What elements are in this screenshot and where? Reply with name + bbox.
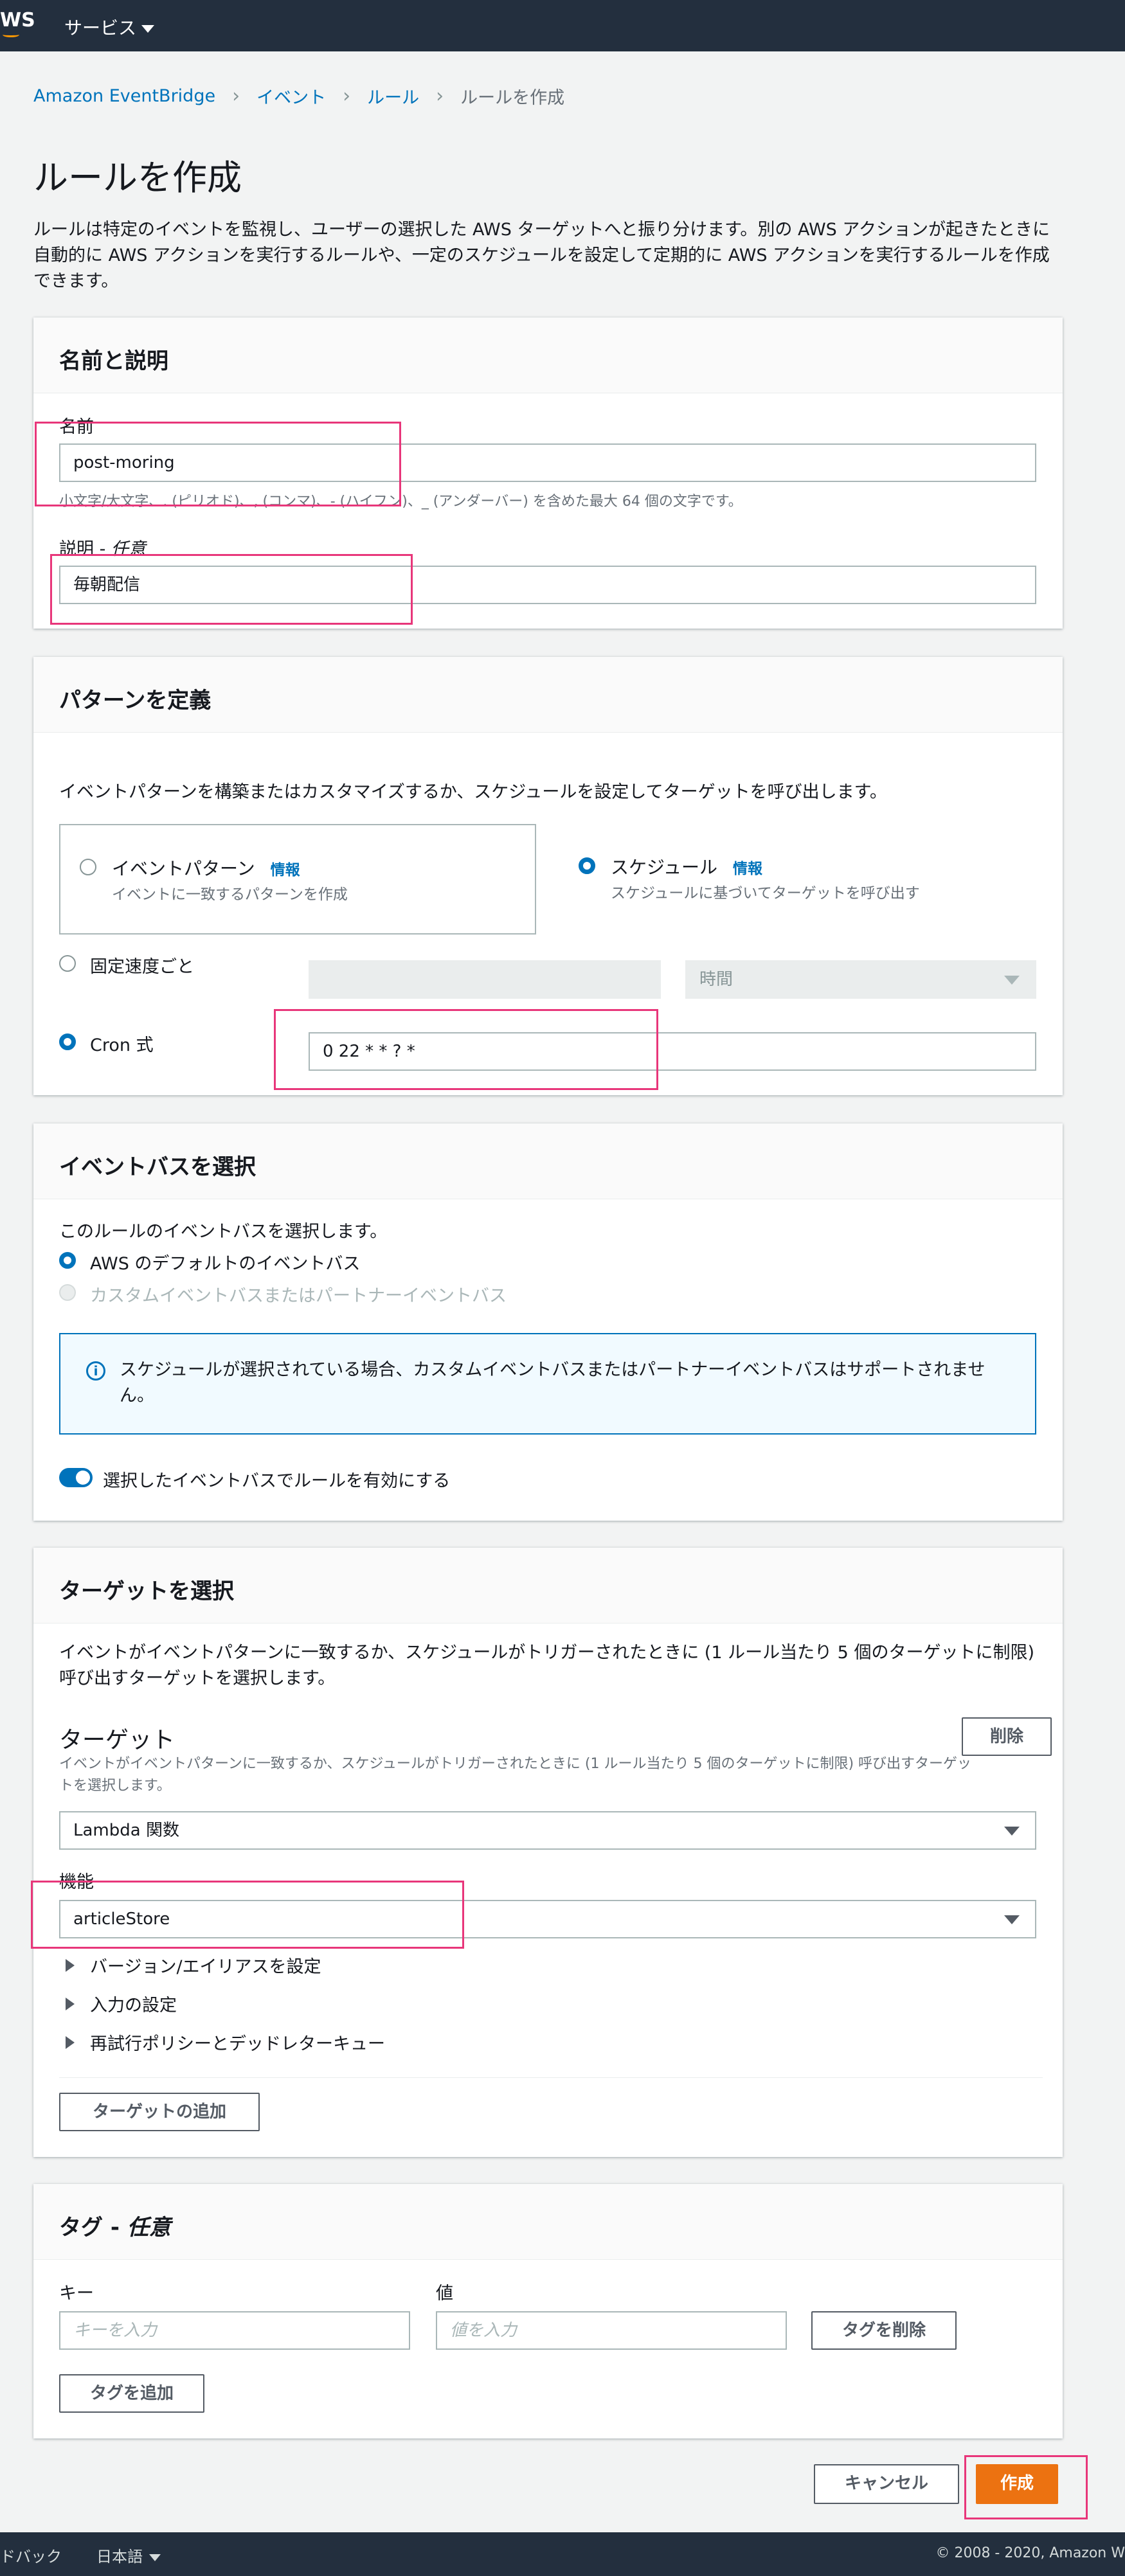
custom-bus-radio [59,1284,76,1301]
description-label: 説明 - 任意 [59,539,146,559]
target-subtitle: イベントがイベントパターンに一致するか、スケジュールがトリガーされたときに (1… [59,1756,972,1794]
caret-right-icon [66,1958,75,1972]
toggle-knob [76,1471,90,1485]
fixed-rate-radio[interactable] [59,955,76,972]
version-alias-expander[interactable]: バージョン/エイリアスを設定 [66,1953,321,1978]
add-tag-button[interactable]: タグを追加 [59,2374,204,2413]
cron-label: Cron 式 [90,1035,154,1055]
event-pattern-subtitle: イベントに一致するパターンを作成 [112,886,348,903]
time-unit-select: 時間 [685,960,1036,999]
services-menu[interactable]: サービス [64,14,155,40]
schedule-info-alert: i スケジュールが選択されている場合、カスタムイベントバスまたはパートナーイベン… [59,1333,1036,1435]
copyright: © 2008 - 2020, Amazon W [935,2545,1125,2561]
info-icon: i [86,1361,105,1381]
remove-target-button[interactable]: 削除 [962,1717,1052,1756]
info-alert-text: スケジュールが選択されている場合、カスタムイベントバスまたはパートナーイベントバ… [120,1360,986,1406]
tag-key-input[interactable]: キーを入力 [59,2311,410,2350]
event-bus-panel: イベントバスを選択 このルールのイベントバスを選択します。 AWS のデフォルト… [33,1123,1063,1521]
panel-header: ターゲットを選択 [33,1548,1063,1623]
breadcrumb: Amazon EventBridge › イベント › ルール › ルールを作成 [33,84,564,109]
event-pattern-title: イベントパターン 情報 [112,858,300,879]
schedule-title: スケジュール 情報 [611,857,763,878]
chevron-right-icon: › [343,85,351,107]
services-menu-label: サービス [64,17,137,39]
schedule-info-link[interactable]: 情報 [733,861,762,877]
panel-header: タグ - 任意 [33,2184,1063,2260]
retry-policy-expander[interactable]: 再試行ポリシーとデッドレターキュー [66,2030,385,2055]
caret-right-icon [66,1997,75,2010]
tags-panel: タグ - 任意 キー 値 キーを入力 値を入力 タグを削除 タグを追加 [33,2184,1063,2438]
panel-title: パターンを定義 [59,688,212,713]
name-input[interactable]: post-moring [59,443,1036,482]
feedback-link[interactable]: ドバック [0,2544,62,2566]
target-type-value: Lambda 関数 [73,1821,179,1840]
breadcrumb-events[interactable]: イベント [256,84,326,109]
enable-rule-toggle[interactable] [59,1468,93,1487]
aws-logo-smile-icon [3,32,19,37]
cron-radio[interactable] [59,1033,76,1050]
language-selector[interactable]: 日本語 [96,2544,161,2566]
custom-bus-label: カスタムイベントバスまたはパートナーイベントバス [90,1286,507,1306]
create-button[interactable]: 作成 [976,2464,1058,2504]
description-input[interactable]: 毎朝配信 [59,566,1036,604]
event-bus-description: このルールのイベントバスを選択します。 [59,1222,388,1242]
cron-expression-input[interactable]: 0 22 * * ? * [309,1032,1036,1071]
panel-title: タグ - 任意 [59,2215,171,2241]
caret-down-icon [1004,976,1020,985]
event-pattern-radio[interactable] [80,859,96,875]
event-pattern-tile[interactable]: イベントパターン 情報 イベントに一致するパターンを作成 [59,824,536,935]
fixed-rate-label: 固定速度ごと [90,957,194,977]
target-type-select[interactable]: Lambda 関数 [59,1811,1036,1850]
divider [59,2077,1043,2078]
time-unit-value: 時間 [699,970,734,989]
panel-title: イベントバスを選択 [59,1154,256,1180]
target-panel: ターゲットを選択 イベントがイベントパターンに一致するか、スケジュールがトリガー… [33,1548,1063,2157]
panel-header: パターンを定義 [33,657,1063,733]
target-heading: ターゲット [59,1727,176,1753]
panel-title: ターゲットを選択 [59,1579,234,1604]
tag-key-label: キー [59,2284,94,2303]
define-pattern-panel: パターンを定義 イベントパターンを構築またはカスタマイズするか、スケジュールを設… [33,657,1063,1095]
function-select[interactable]: articleStore [59,1900,1036,1938]
enable-rule-label: 選択したイベントバスでルールを有効にする [103,1471,451,1491]
add-target-button[interactable]: ターゲットの追加 [59,2093,260,2131]
caret-down-icon [149,2554,161,2561]
breadcrumb-eventbridge[interactable]: Amazon EventBridge [33,86,215,106]
breadcrumb-rules[interactable]: ルール [367,84,419,109]
caret-down-icon [141,25,155,33]
top-navigation-bar: WS サービス [0,0,1125,51]
panel-title: 名前と説明 [59,348,168,374]
aws-logo[interactable]: WS [0,9,35,31]
fixed-rate-value-input [309,960,661,999]
name-hint: 小文字/大文字、. (ピリオド)、, (コンマ)、- (ハイフン)、_ (アンダ… [59,494,742,510]
pattern-description: イベントパターンを構築またはカスタマイズするか、スケジュールを設定してターゲット… [59,782,887,802]
schedule-subtitle: スケジュールに基づいてターゲットを呼び出す [611,885,920,902]
default-bus-radio[interactable] [59,1252,76,1269]
chevron-right-icon: › [436,85,444,107]
cancel-button[interactable]: キャンセル [814,2464,959,2504]
caret-down-icon [1004,1827,1020,1836]
footer: ドバック 日本語 © 2008 - 2020, Amazon W [0,2532,1125,2576]
panel-header: 名前と説明 [33,318,1063,393]
event-pattern-info-link[interactable]: 情報 [271,862,300,879]
page-title: ルールを作成 [33,157,242,198]
function-label: 機能 [59,1872,94,1892]
function-value: articleStore [73,1910,170,1929]
schedule-radio[interactable] [579,857,595,874]
page-description: ルールは特定のイベントを監視し、ユーザーの選択した AWS ターゲットへと振り分… [33,220,1050,291]
tag-value-input[interactable]: 値を入力 [436,2311,787,2350]
caret-right-icon [66,2035,75,2049]
input-settings-expander[interactable]: 入力の設定 [66,1991,177,2016]
name-label: 名前 [59,417,94,437]
caret-down-icon [1004,1915,1020,1924]
default-bus-label: AWS のデフォルトのイベントバス [90,1254,361,1274]
name-description-panel: 名前と説明 名前 post-moring 小文字/大文字、. (ピリオド)、, … [33,318,1063,629]
remove-tag-button[interactable]: タグを削除 [811,2311,957,2350]
breadcrumb-current: ルールを作成 [460,88,565,108]
target-description: イベントがイベントパターンに一致するか、スケジュールがトリガーされたときに (1… [59,1643,1034,1688]
panel-header: イベントバスを選択 [33,1123,1063,1199]
chevron-right-icon: › [232,85,240,107]
tag-value-label: 値 [436,2284,453,2303]
